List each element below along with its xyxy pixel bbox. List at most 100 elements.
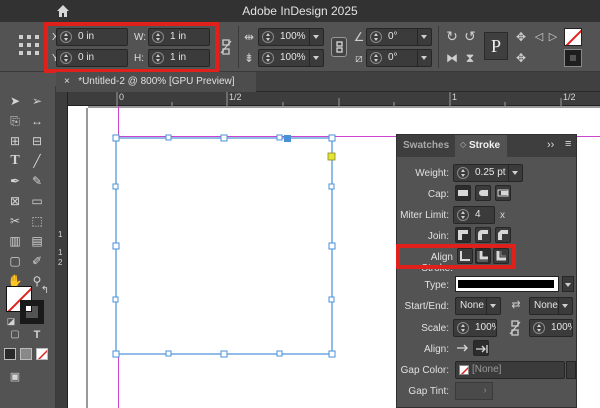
rotate-dropdown-icon[interactable]	[417, 29, 431, 45]
ruler-ticks	[116, 92, 562, 106]
close-tab-icon[interactable]: ×	[64, 76, 70, 87]
projecting-cap-icon[interactable]	[495, 185, 511, 201]
pen-tool-icon[interactable]: ✒	[6, 172, 24, 190]
panel-menu-icon[interactable]: ≡	[565, 138, 571, 150]
arrow-tip-beyond-icon[interactable]	[455, 340, 471, 356]
swap-arrowheads-icon[interactable]: ⇄	[509, 297, 523, 313]
link-scale-icon[interactable]	[509, 320, 521, 336]
selection-tool-icon[interactable]: ➤	[6, 92, 24, 110]
stroke-type-select[interactable]	[455, 276, 559, 292]
gap-tint-label: Gap Tint:	[408, 386, 449, 397]
gap-color-dropdown-icon[interactable]	[566, 361, 576, 379]
tab-stroke-label: Stroke	[469, 140, 501, 151]
scale-start-field[interactable]: 100%	[453, 319, 497, 337]
fill-none-swatch[interactable]	[564, 28, 582, 46]
gradient-swatch-tool-icon[interactable]: ▥	[6, 232, 24, 250]
constrain-scale-icon[interactable]	[331, 37, 347, 57]
rotate-spin-icon[interactable]	[370, 31, 382, 43]
document-tab[interactable]: × *Untitled-2 @ 800% [GPU Preview]	[56, 72, 256, 92]
home-icon[interactable]	[55, 3, 71, 19]
ruler-mark: 1	[452, 92, 458, 102]
start-select[interactable]: None	[455, 297, 501, 315]
end-dropdown-icon[interactable]	[558, 298, 572, 314]
type-label: Type:	[424, 280, 449, 291]
direct-selection-tool-icon[interactable]: ➢	[28, 92, 46, 110]
flip-horizontal-icon[interactable]: ⧓	[444, 50, 460, 66]
gap-color-select[interactable]: [None]	[455, 361, 565, 379]
panel-tab-bar: Swatches ◇ Stroke ›› ≡	[397, 135, 576, 157]
miter-join-icon[interactable]	[455, 227, 471, 243]
weight-spin-icon[interactable]	[457, 167, 469, 179]
scale-end-field[interactable]: 100%	[529, 319, 573, 337]
rotate-cw-icon[interactable]: ↻	[444, 28, 460, 44]
cap-label: Cap:	[427, 189, 449, 200]
end-select[interactable]: None	[529, 297, 573, 315]
line-tool-icon[interactable]: ╱	[28, 152, 46, 170]
scale-x-dropdown-icon[interactable]	[309, 29, 323, 45]
select-previous-icon[interactable]: ◁	[532, 29, 546, 45]
ruler-mark: 0	[119, 92, 125, 102]
scale-start-spin-icon[interactable]	[457, 322, 469, 334]
eyedropper-tool-icon[interactable]: ✐	[28, 252, 46, 270]
miter-limit-field[interactable]: 4	[453, 206, 495, 224]
select-container-icon[interactable]: ✥	[514, 29, 528, 45]
swap-fill-stroke-icon[interactable]: ↰	[36, 282, 54, 300]
ruler-origin[interactable]	[68, 92, 113, 106]
tab-stroke[interactable]: ◇ Stroke	[455, 135, 507, 157]
gap-tool-icon[interactable]: ↔	[28, 112, 46, 130]
tab-swatches[interactable]: Swatches	[403, 140, 449, 151]
type-tool-icon[interactable]: T	[6, 152, 24, 170]
reference-point-icon[interactable]	[18, 34, 40, 56]
constrain-proportions-icon[interactable]	[220, 39, 232, 55]
scale-x-spin-icon[interactable]	[262, 31, 274, 43]
scissors-tool-icon[interactable]: ✂	[6, 212, 24, 230]
scale-x-field[interactable]: 100%	[258, 28, 324, 46]
scale-y-spin-icon[interactable]	[262, 52, 274, 64]
weight-value: 0.25 pt	[475, 167, 506, 178]
rectangle-frame-tool-icon[interactable]: ⊠	[6, 192, 24, 210]
scale-end-spin-icon[interactable]	[533, 322, 545, 334]
rectangle-tool-icon[interactable]: ▭	[28, 192, 46, 210]
apply-none-icon[interactable]	[36, 348, 48, 360]
stroke-type-dropdown-icon[interactable]	[562, 276, 574, 292]
start-dropdown-icon[interactable]	[486, 298, 500, 314]
free-transform-tool-icon[interactable]: ⬚	[28, 212, 46, 230]
miter-unit: x	[500, 210, 505, 221]
weight-field[interactable]: 0.25 pt	[453, 164, 523, 182]
apply-color-icon[interactable]	[4, 348, 16, 360]
select-content-icon[interactable]: ✥	[514, 50, 528, 66]
scale-y-field[interactable]: 100%	[258, 49, 324, 67]
select-next-icon[interactable]: ▷	[546, 29, 560, 45]
scale-x-icon: ⇹	[243, 30, 255, 44]
rotate-ccw-icon[interactable]: ↺	[462, 28, 478, 44]
shear-dropdown-icon[interactable]	[417, 50, 431, 66]
rotate-field[interactable]: 0°	[366, 28, 432, 46]
flip-vertical-icon[interactable]: ⧗	[462, 50, 478, 66]
title-bar: Adobe InDesign 2025	[0, 0, 600, 22]
round-join-icon[interactable]	[475, 227, 491, 243]
miter-spin-icon[interactable]	[457, 209, 469, 221]
formatting-container-icon[interactable]: ▢	[6, 326, 24, 344]
note-tool-icon[interactable]: ▢	[6, 252, 24, 270]
pencil-tool-icon[interactable]: ✎	[28, 172, 46, 190]
page-tool-icon[interactable]: ⎘	[6, 112, 24, 130]
shear-field[interactable]: 0°	[366, 49, 432, 67]
shear-spin-icon[interactable]	[370, 52, 382, 64]
arrow-tip-at-end-icon[interactable]	[473, 340, 489, 356]
panel-collapse-icon[interactable]: ››	[547, 139, 554, 151]
gradient-feather-tool-icon[interactable]: ▤	[28, 232, 46, 250]
weight-dropdown-icon[interactable]	[508, 165, 522, 181]
screen-mode-icon[interactable]: ▣	[6, 368, 24, 386]
gap-tint-arrow-icon[interactable]: ›	[477, 382, 493, 400]
round-cap-icon[interactable]	[475, 185, 491, 201]
apply-gradient-icon[interactable]	[20, 348, 32, 360]
content-placer-icon[interactable]: ⊟	[28, 132, 46, 150]
stroke-swatch[interactable]	[564, 49, 582, 67]
bevel-join-icon[interactable]	[495, 227, 511, 243]
scale-y-dropdown-icon[interactable]	[309, 50, 323, 66]
content-collector-icon[interactable]: ⊞	[6, 132, 24, 150]
formatting-text-icon[interactable]: T	[28, 326, 46, 344]
selected-rectangle-frame[interactable]	[110, 132, 340, 362]
butt-cap-icon[interactable]	[455, 185, 471, 201]
stroke-swatch-large[interactable]	[20, 300, 44, 324]
